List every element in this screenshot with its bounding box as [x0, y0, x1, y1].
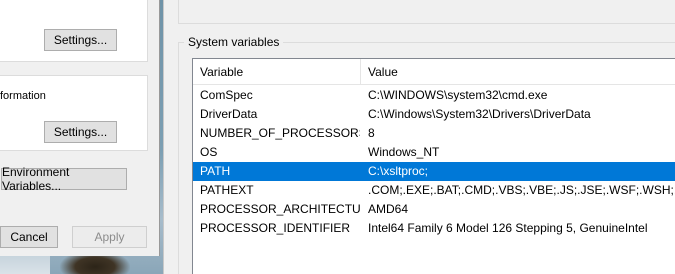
list-header: Variable Value — [193, 59, 675, 85]
variable-value: C:\xsltproc; — [368, 164, 429, 178]
environment-variables-button[interactable]: Environment Variables... — [1, 165, 127, 193]
table-row[interactable]: ComSpec C:\WINDOWS\system32\cmd.exe — [193, 86, 675, 105]
startup-recovery-settings-button[interactable]: Settings... — [44, 121, 117, 143]
variable-value: C:\WINDOWS\system32\cmd.exe — [368, 88, 548, 102]
column-header-value[interactable]: Value — [361, 59, 675, 85]
variable-value: Intel64 Family 6 Model 126 Stepping 5, G… — [368, 221, 648, 235]
system-properties-dialog: Settings... formation Settings... Enviro… — [0, 0, 160, 256]
variable-name: NUMBER_OF_PROCESSORS — [200, 126, 360, 140]
user-variables-group — [178, 0, 675, 24]
variable-name: PROCESSOR_ARCHITECTURE — [200, 202, 360, 216]
table-row[interactable]: NUMBER_OF_PROCESSORS 8 — [193, 124, 675, 143]
table-row[interactable]: PROCESSOR_ARCHITECTURE AMD64 — [193, 200, 675, 219]
performance-settings-button[interactable]: Settings... — [44, 29, 117, 51]
variable-value: .COM;.EXE;.BAT;.CMD;.VBS;.VBE;.JS;.JSE;.… — [368, 183, 675, 197]
column-header-variable[interactable]: Variable — [193, 59, 361, 85]
variable-value: 8 — [368, 126, 375, 140]
system-variables-list[interactable]: Variable Value ComSpec C:\WINDOWS\system… — [192, 58, 675, 274]
table-row[interactable]: PATHEXT .COM;.EXE;.BAT;.CMD;.VBS;.VBE;.J… — [193, 181, 675, 200]
cancel-button[interactable]: Cancel — [0, 226, 58, 248]
system-variables-label: System variables — [184, 35, 284, 49]
table-row[interactable]: OS Windows_NT — [193, 143, 675, 162]
variable-value: Windows_NT — [368, 145, 440, 159]
variable-name: PATH — [200, 164, 231, 178]
table-row[interactable]: DriverData C:\Windows\System32\Drivers\D… — [193, 105, 675, 124]
table-row[interactable]: PROCESSOR_IDENTIFIER Intel64 Family 6 Mo… — [193, 219, 675, 238]
environment-variables-dialog: System variables Variable Value ComSpec … — [163, 0, 675, 274]
startup-recovery-description: formation — [0, 90, 46, 102]
variable-name: ComSpec — [200, 88, 253, 102]
variable-name: OS — [200, 145, 218, 159]
table-row-selected[interactable]: PATH C:\xsltproc; — [193, 162, 675, 181]
variable-value: C:\Windows\System32\Drivers\DriverData — [368, 107, 591, 121]
variable-value: AMD64 — [368, 202, 409, 216]
apply-button[interactable]: Apply — [72, 226, 147, 248]
variable-name: PATHEXT — [200, 183, 254, 197]
variable-name: DriverData — [200, 107, 258, 121]
variable-name: PROCESSOR_IDENTIFIER — [200, 221, 351, 235]
